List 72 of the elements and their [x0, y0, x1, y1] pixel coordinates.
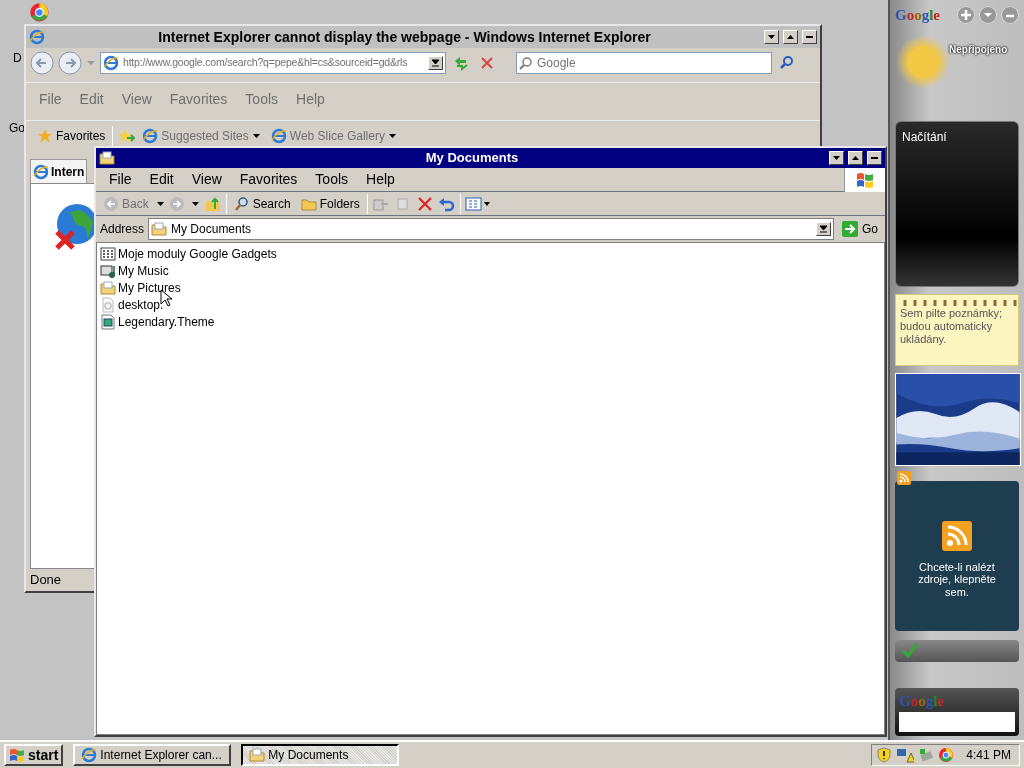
- folder-entry[interactable]: Moje moduly Google Gadgets: [100, 245, 881, 262]
- window-title: My Documents: [424, 149, 520, 168]
- menu-item[interactable]: View: [182, 167, 231, 192]
- device-icon[interactable]: [918, 747, 935, 763]
- search-field[interactable]: [899, 712, 1015, 732]
- menu-button[interactable]: [979, 6, 997, 25]
- network-warning-icon[interactable]: [896, 747, 915, 763]
- loading-text: Načítání: [902, 129, 947, 144]
- add-favorite-icon[interactable]: [117, 128, 136, 144]
- menu-item[interactable]: Tools: [306, 167, 358, 192]
- notes-text: Sem pilte poznámky; budou automaticky ukládány.: [900, 306, 1004, 347]
- app-icon[interactable]: [938, 747, 955, 763]
- caret-icon: [387, 132, 397, 140]
- undo-icon[interactable]: [437, 195, 456, 212]
- menu-item[interactable]: Help: [357, 167, 404, 192]
- dropdown-button[interactable]: [816, 222, 831, 236]
- menu-item[interactable]: Favorites: [230, 167, 307, 192]
- rss-icon: [897, 470, 911, 485]
- folder-entry[interactable]: My Music: [100, 262, 881, 279]
- taskbar-button[interactable]: My Documents: [241, 744, 400, 766]
- menu-item[interactable]: File: [100, 167, 141, 192]
- folder-entry[interactable]: Legendary.Theme: [100, 313, 881, 330]
- shield-icon[interactable]: [876, 747, 893, 763]
- desktop-icon-label[interactable]: Go: [9, 119, 25, 137]
- folders-button[interactable]: Folders: [297, 193, 363, 214]
- google-logo: Google: [899, 694, 944, 709]
- status-text: Done: [30, 571, 62, 590]
- windows-logo-icon: [9, 748, 25, 762]
- browser-icon[interactable]: [33, 163, 49, 180]
- search-icon: [779, 55, 795, 71]
- clock: 4:41 PM: [966, 747, 1011, 764]
- grid-icon[interactable]: [100, 245, 116, 262]
- taskbar-button[interactable]: Internet Explorer can...: [73, 744, 232, 766]
- feed-text[interactable]: Chcete-li nalézt zdroje, klepněte sem.: [895, 560, 1019, 599]
- address-field[interactable]: http://www.google.com/search?q=pepe&hl=cs&sourceid=gd&rls: [100, 52, 446, 74]
- folder-entry[interactable]: desktop.: [100, 296, 881, 313]
- caret-icon[interactable]: [190, 199, 200, 208]
- folder-entry[interactable]: My Pictures: [100, 279, 881, 296]
- window-title: Internet Explorer cannot display the webpage - Windows Internet Explorer: [157, 27, 652, 47]
- address-field[interactable]: My Documents: [148, 218, 834, 240]
- caret-icon: [251, 132, 261, 140]
- rss-icon: [942, 520, 972, 551]
- browser-icon[interactable]: [81, 747, 98, 763]
- folder-icon: [151, 221, 168, 237]
- music-icon[interactable]: [100, 262, 116, 279]
- go-button[interactable]: Go: [838, 219, 881, 239]
- star-icon[interactable]: [37, 128, 53, 144]
- forward-icon[interactable]: [58, 51, 82, 75]
- search-button[interactable]: Search: [230, 193, 294, 214]
- down-arrow-icon: [430, 58, 441, 68]
- delete-icon[interactable]: [415, 195, 434, 212]
- favorites-bar-item[interactable]: Favorites: [34, 126, 109, 146]
- start-button[interactable]: start: [4, 744, 64, 766]
- browser-tab[interactable]: Intern: [30, 159, 88, 183]
- check-icon: [901, 641, 919, 658]
- caret-icon[interactable]: [155, 199, 165, 208]
- search-box[interactable]: Google: [516, 52, 772, 74]
- down-arrow-icon: [818, 224, 829, 234]
- browser-icon: [29, 29, 45, 45]
- google-logo: Google: [895, 6, 940, 25]
- dropdown-button[interactable]: [428, 56, 443, 70]
- menu-item[interactable]: Edit: [140, 167, 183, 192]
- weather-status: Nepřipojeno: [949, 42, 1008, 57]
- address-label: Address: [100, 221, 145, 238]
- picture-document-icon[interactable]: [100, 313, 116, 330]
- folder-icon: [99, 150, 115, 166]
- back-icon[interactable]: [30, 51, 54, 75]
- desktop-icon-label[interactable]: D: [13, 49, 22, 67]
- folder-icon[interactable]: [249, 747, 266, 763]
- search-icon: [519, 56, 533, 70]
- search-icon[interactable]: [233, 195, 250, 212]
- view-icon[interactable]: [464, 195, 491, 212]
